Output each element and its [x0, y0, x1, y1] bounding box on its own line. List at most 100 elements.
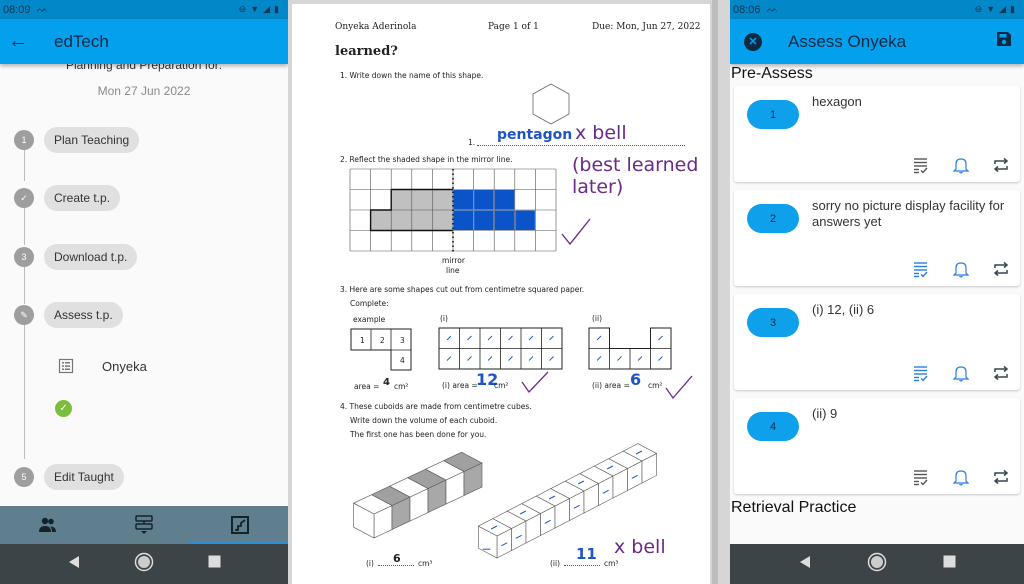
mark-list-icon[interactable]: [912, 364, 930, 382]
student-reflected-cell: [453, 190, 474, 210]
student-name: Onyeka: [102, 358, 147, 374]
step-chip[interactable]: Create t.p.: [44, 185, 121, 211]
shaded-cell: [391, 210, 412, 231]
nav-flow[interactable]: [96, 506, 192, 544]
step-create-tp[interactable]: ✓ Create t.p.: [14, 185, 121, 211]
mark-list-icon[interactable]: [912, 156, 930, 174]
mark-list-icon[interactable]: [912, 468, 930, 486]
bell-icon[interactable]: [952, 260, 970, 278]
counting-mark: [446, 356, 452, 361]
q4-text-3: The first one has been done for you.: [350, 430, 487, 439]
q4-ii-label: (ii): [550, 559, 561, 568]
list-document-icon: [58, 358, 74, 374]
q3-shape-i: [438, 327, 563, 370]
shaded-cell: [432, 189, 453, 210]
lesson-date: Mon 27 Jun 2022: [97, 84, 191, 98]
bell-icon[interactable]: [952, 156, 970, 174]
card-actions: [912, 468, 1010, 486]
counting-mark: [508, 356, 513, 361]
doc-heading: learned?: [335, 44, 398, 59]
q2-tick-icon: [561, 218, 591, 246]
q3-example-shape: [350, 328, 412, 371]
q4-teacher-mark: x bell: [614, 536, 666, 558]
q3-shape-ii: [588, 327, 672, 370]
student-reflected-cell: [453, 210, 474, 230]
hexagon-shape: [532, 83, 570, 125]
home-circle-icon[interactable]: [134, 552, 154, 577]
recents-square-icon[interactable]: [208, 555, 221, 573]
back-arrow-icon[interactable]: ←: [0, 30, 36, 53]
document-scrollbar[interactable]: [712, 0, 718, 584]
step-chip[interactable]: Edit Taught: [44, 464, 124, 490]
counting-mark: [446, 335, 452, 341]
step-chip[interactable]: Plan Teaching: [44, 127, 140, 153]
answer-card: 1 hexagon: [734, 86, 1020, 182]
q3-i-tick-icon: [521, 371, 549, 394]
repeat-icon[interactable]: [992, 156, 1010, 174]
student-row[interactable]: Onyeka: [58, 358, 147, 374]
nav-people[interactable]: [0, 506, 96, 544]
status-time: 08:06: [733, 3, 761, 16]
q3-i-unit: cm²: [494, 381, 509, 390]
step-chip[interactable]: Download t.p.: [44, 244, 138, 270]
repeat-icon[interactable]: [992, 364, 1010, 382]
example-area-value: 4: [383, 377, 390, 388]
step-download-tp[interactable]: 3 Download t.p.: [14, 244, 138, 270]
step-edit-taught[interactable]: 5 Edit Taught: [14, 464, 124, 490]
counting-mark: [596, 335, 602, 341]
save-icon[interactable]: [996, 31, 1012, 52]
q4-i-label: (i): [366, 559, 374, 568]
q4-i-line: [378, 565, 414, 566]
student-reflected-cell: [494, 210, 515, 230]
counting-mark: [549, 356, 554, 361]
q3-example-label: example: [353, 315, 386, 324]
bell-icon[interactable]: [952, 364, 970, 382]
q3-ii-answer: 6: [630, 370, 642, 389]
card-actions: [912, 364, 1010, 382]
student-answer-text: hexagon: [812, 94, 862, 109]
step-assess-tp[interactable]: ✎ Assess t.p.: [14, 302, 123, 328]
stepper-connector: [24, 207, 25, 245]
wifi-icon: ▼: [986, 4, 996, 14]
recents-square-icon[interactable]: [943, 555, 956, 573]
repeat-icon[interactable]: [992, 260, 1010, 278]
home-circle-icon[interactable]: [867, 552, 887, 577]
bell-icon[interactable]: [952, 468, 970, 486]
q4-ii-answer: 11: [576, 545, 597, 563]
mark-list-icon[interactable]: [912, 260, 930, 278]
question-number-pill[interactable]: 2: [747, 204, 799, 233]
answer-card: 4 (ii) 9: [734, 398, 1020, 494]
student-reflected-cell: [494, 190, 515, 210]
back-triangle-icon[interactable]: [67, 555, 81, 574]
shaded-cell: [391, 189, 412, 210]
counting-mark: [617, 356, 622, 361]
q3-subtext: Complete:: [350, 299, 389, 308]
step-plan-teaching[interactable]: 1 Plan Teaching: [14, 127, 140, 153]
right-phone: 08:06 ᨓ ⊖ ▼ ◢ ▮ ✕ Assess Onyeka Pre-Asse…: [730, 0, 1024, 584]
step-chip[interactable]: Assess t.p.: [44, 302, 123, 328]
back-triangle-icon[interactable]: [798, 555, 812, 574]
notification-icon: ᨓ: [766, 4, 779, 15]
q3-ii-tick-icon: [665, 375, 693, 400]
repeat-icon[interactable]: [992, 468, 1010, 486]
q4-ii-line: [564, 565, 600, 566]
question-number-pill[interactable]: 4: [747, 412, 799, 441]
question-number-pill[interactable]: 3: [747, 308, 799, 337]
screen: 08:09 ᨓ ⊖ ▼ ◢ ▮ ← edTech Planning and Pr…: [0, 0, 1024, 584]
question-number-pill[interactable]: 1: [747, 100, 799, 129]
dnd-icon: ⊖: [974, 4, 983, 14]
mirror-label-2: line: [446, 266, 460, 275]
app-title: Assess Onyeka: [788, 31, 907, 51]
q3-i-area-prefix: (i) area =: [442, 381, 478, 390]
counting-mark: [467, 356, 472, 361]
nav-stairs[interactable]: [192, 506, 288, 544]
card-actions: [912, 156, 1010, 174]
wifi-icon: ▼: [250, 4, 260, 14]
student-reflected-cell: [515, 210, 535, 230]
step-number-1: 1: [14, 130, 34, 150]
status-bar: 08:09 ᨓ ⊖ ▼ ◢ ▮: [0, 0, 288, 19]
q2-text: 2. Reflect the shaded shape in the mirro…: [340, 155, 513, 164]
counting-mark: [487, 356, 493, 361]
close-icon[interactable]: ✕: [744, 32, 762, 51]
notification-icon: ᨓ: [36, 4, 49, 15]
